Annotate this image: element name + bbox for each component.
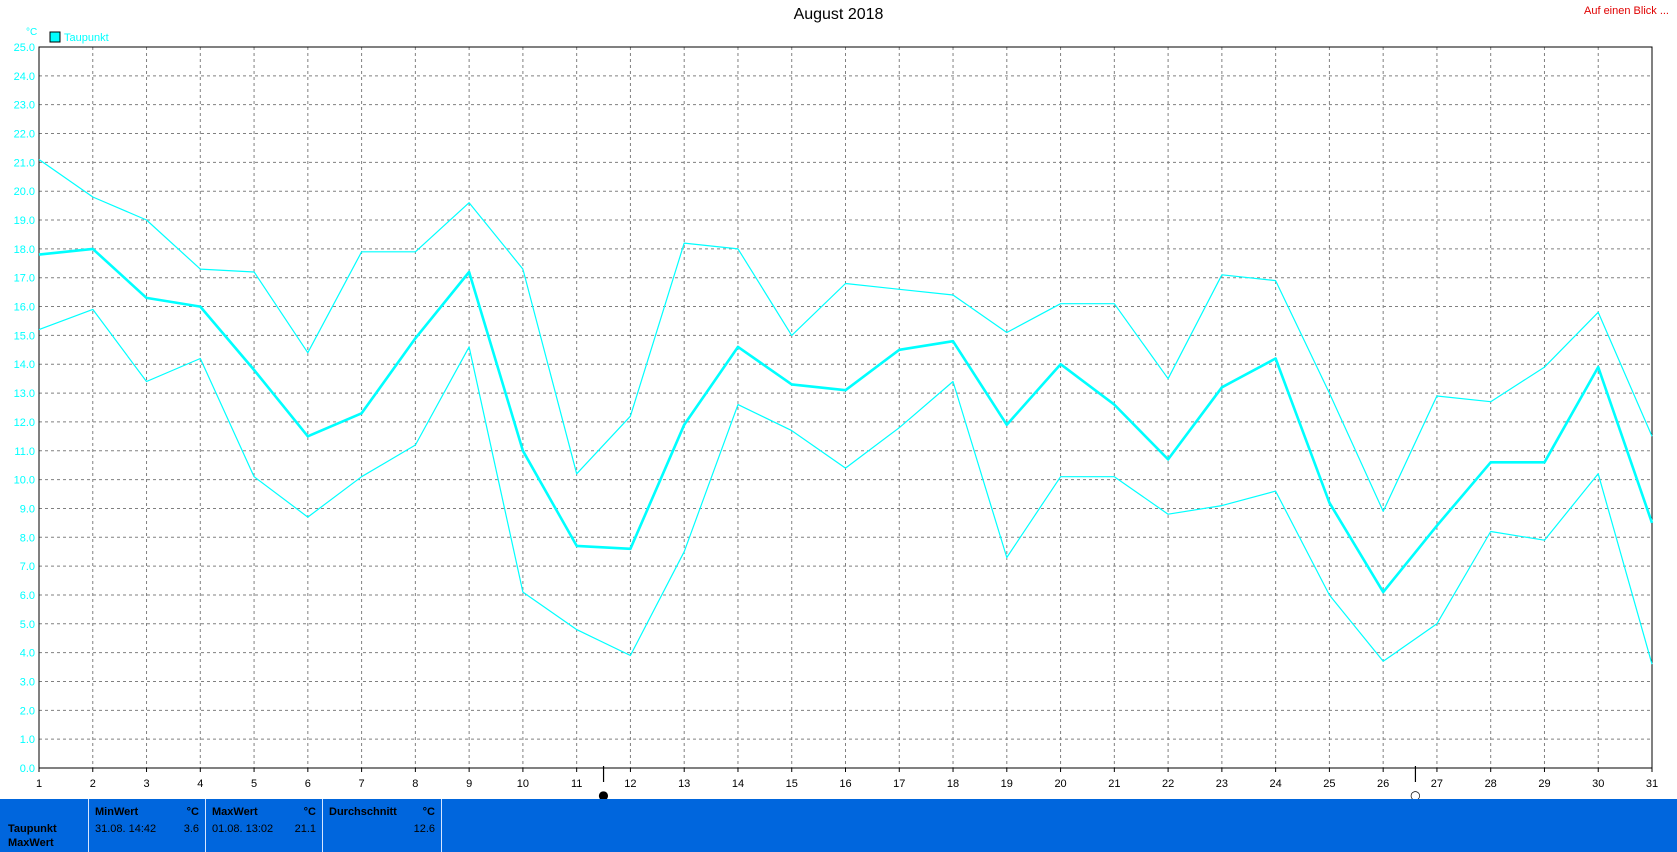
x-tick-label: 25 [1323,778,1335,790]
x-tick-label: 18 [947,778,959,790]
x-tick-label: 11 [571,778,582,790]
max-unit: °C [303,806,316,818]
x-tick-label: 8 [412,778,418,790]
x-tick-label: 31 [1646,778,1658,790]
min-value: 3.6 [183,823,199,835]
x-tick-label: 7 [359,778,365,790]
y-tick-label: 11.0 [14,446,35,458]
y-tick-label: 24.0 [14,71,35,83]
x-tick-label: 15 [786,778,798,790]
y-tick-label: 23.0 [14,100,35,112]
y-tick-labels: 0.0 1.0 2.0 3.0 4.0 5.0 6.0 7.0 8.0 9.0 10.0 11.0 12… [14,42,35,775]
x-tick-label: 30 [1592,778,1604,790]
y-tick-label: 6.0 [20,590,35,602]
moon-phase-icon: ○ [1410,788,1420,799]
x-tick-label: 17 [893,778,905,790]
x-tick-label: 28 [1485,778,1497,790]
x-tick-label: 1 [36,778,42,790]
min-time: 31.08. 14:42 [95,823,157,835]
avg-unit: °C [422,806,435,818]
x-tick-label: 4 [197,778,203,790]
y-tick-label: 20.0 [14,186,35,198]
y-tick-label: 2.0 [20,705,35,717]
row-label-taupunkt: Taupunkt [8,823,57,835]
y-tick-label: 22.0 [14,129,35,141]
avg-header: Durchschnitt [329,806,397,818]
x-tick-label: 5 [251,778,257,790]
x-tick-label: 14 [732,778,744,790]
y-tick-label: 3.0 [20,676,35,688]
y-tick-label: 7.0 [20,561,35,573]
overview-link[interactable]: Auf einen Blick ... [1584,5,1669,17]
y-tick-label: 21.0 [14,157,35,169]
y-tick-label: 1.0 [20,734,35,746]
y-tick-label: 12.0 [14,417,35,429]
min-unit: °C [186,806,199,818]
x-tick-label: 23 [1216,778,1228,790]
y-tick-label: 18.0 [14,244,35,256]
x-tick-label: 10 [517,778,529,790]
y-tick-label: 4.0 [20,648,35,660]
grid [39,47,1652,768]
x-tick-label: 2 [90,778,96,790]
x-tick-label: 20 [1054,778,1066,790]
y-tick-label: 0.0 [20,763,35,775]
y-tick-label: 10.0 [14,475,35,487]
avg-box: Durchschnitt °C 12.6 [322,799,442,852]
legend: Taupunkt [49,31,109,44]
x-tick-label: 12 [624,778,636,790]
x-tick-label: 21 [1108,778,1120,790]
y-tick-label: 5.0 [20,619,35,631]
x-tick-label: 27 [1431,778,1443,790]
max-box: MaxWert °C 01.08. 13:02 21.1 [205,799,323,852]
x-tick-label: 3 [143,778,149,790]
x-tick-label: 26 [1377,778,1389,790]
x-tick-label: 9 [466,778,472,790]
chart: °C 0.0 1.0 2.0 3.0 4.0 5.0 6.0 7.0 8.0 9.0 10.0 11.… [14,27,1659,799]
x-tick-label: 6 [305,778,311,790]
moon-phase-icon: ● [598,788,608,799]
y-tick-label: 13.0 [14,388,35,400]
x-tick-label: 16 [839,778,851,790]
y-tick-label: 17.0 [14,273,35,285]
y-tick-label: 19.0 [14,215,35,227]
axes: °C [26,27,1653,772]
max-time: 01.08. 13:02 [212,823,274,835]
x-tick-label: 19 [1001,778,1013,790]
y-tick-label: 15.0 [14,330,35,342]
legend-swatch [49,31,61,43]
row-label-maxwert: MaxWert [8,837,54,849]
x-tick-label: 29 [1538,778,1550,790]
max-value: 21.1 [294,823,316,835]
y-tick-label: 9.0 [20,503,35,515]
x-tick-label: 13 [678,778,690,790]
y-tick-label: 8.0 [20,532,35,544]
stats-panel: Taupunkt MaxWert MinWert °C 31.08. 14:42… [0,799,1677,852]
y-tick-label: 25.0 [14,42,35,54]
y-tick-label: 16.0 [14,302,35,314]
x-tick-label: 22 [1162,778,1174,790]
y-tick-label: 14.0 [14,359,35,371]
min-box: MinWert °C 31.08. 14:42 3.6 [88,799,206,852]
max-header: MaxWert [212,806,258,818]
min-header: MinWert [95,806,139,818]
chart-title: August 2018 [793,6,884,23]
avg-value: 12.6 [413,823,435,835]
x-tick-label: 24 [1270,778,1282,790]
legend-label: Taupunkt [64,32,109,44]
y-axis-unit: °C [26,27,37,38]
